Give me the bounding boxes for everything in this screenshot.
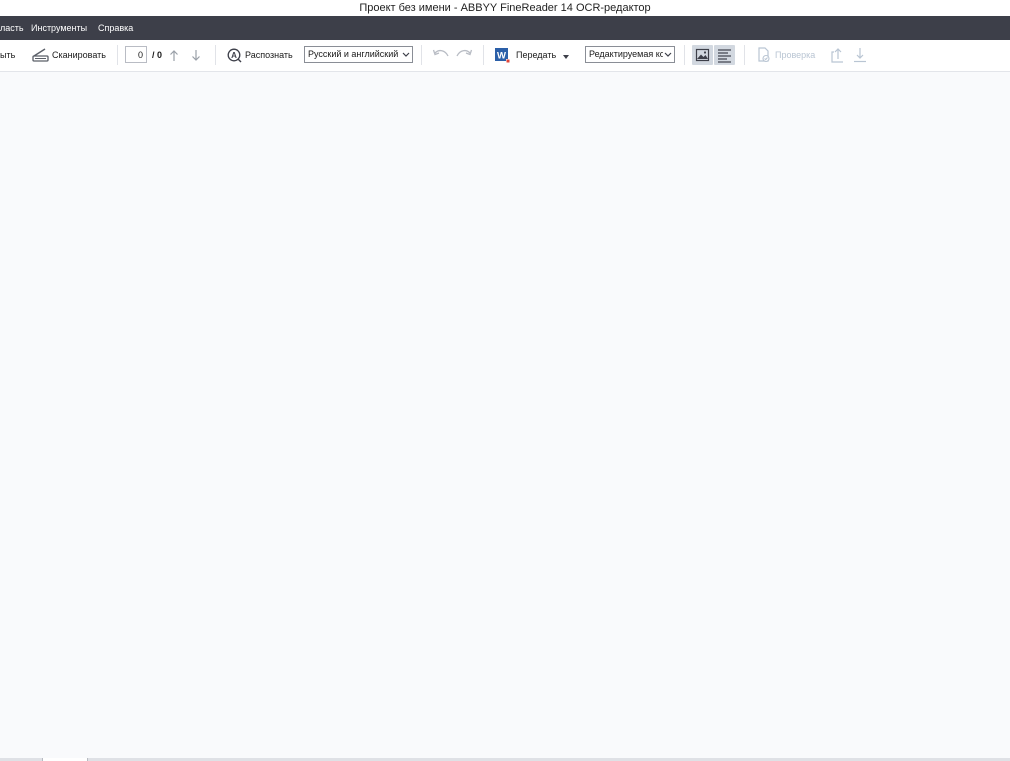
undo-icon[interactable] [432,49,450,61]
page-total: / 0 [152,50,163,60]
arrow-down-icon[interactable] [191,49,201,62]
export-up-icon[interactable] [831,47,845,63]
menu-bar: ласть Инструменты Справка [0,16,1010,40]
menu-item-help[interactable]: Справка [98,16,133,40]
language-select-value: Русский и английский [308,49,399,59]
toolbar-divider [215,45,216,65]
redo-icon[interactable] [455,49,473,61]
svg-text:W: W [497,50,506,61]
menu-item-area[interactable]: ласть [0,16,24,40]
window-title: Проект без имени - ABBYY FineReader 14 O… [0,0,1010,16]
svg-text:A: A [231,51,237,60]
verify-icon[interactable] [757,47,771,63]
arrow-up-icon[interactable] [169,49,179,62]
send-button[interactable]: Передать [516,40,556,71]
toolbar-divider [421,45,422,65]
text-view-icon [718,49,731,63]
export-down-icon[interactable] [853,47,867,63]
recognize-button[interactable]: Распознать [245,40,293,71]
chevron-down-icon [402,47,410,62]
language-select[interactable]: Русский и английский [304,46,413,63]
toolbar-divider [483,45,484,65]
output-mode-value: Редактируемая ког [589,49,669,59]
toolbar-divider [117,45,118,65]
recognize-icon[interactable]: A [227,48,242,63]
document-workspace[interactable] [0,72,1010,758]
scanner-icon[interactable] [32,47,49,63]
menu-item-tools[interactable]: Инструменты [31,16,87,40]
output-mode-select[interactable]: Редактируемая ког [585,46,675,63]
scan-button[interactable]: Сканировать [52,40,106,71]
image-view-toggle[interactable] [692,45,713,65]
text-view-toggle[interactable] [714,45,735,65]
image-view-icon [695,48,710,62]
verify-button[interactable]: Проверка [775,40,815,71]
send-dropdown-icon[interactable] [562,52,570,59]
toolbar-divider [684,45,685,65]
toolbar-divider [744,45,745,65]
chevron-down-icon [663,47,672,62]
open-button[interactable]: ыть [0,40,15,71]
word-icon[interactable]: W [494,47,510,63]
page-number-input[interactable]: 0 [125,46,147,63]
